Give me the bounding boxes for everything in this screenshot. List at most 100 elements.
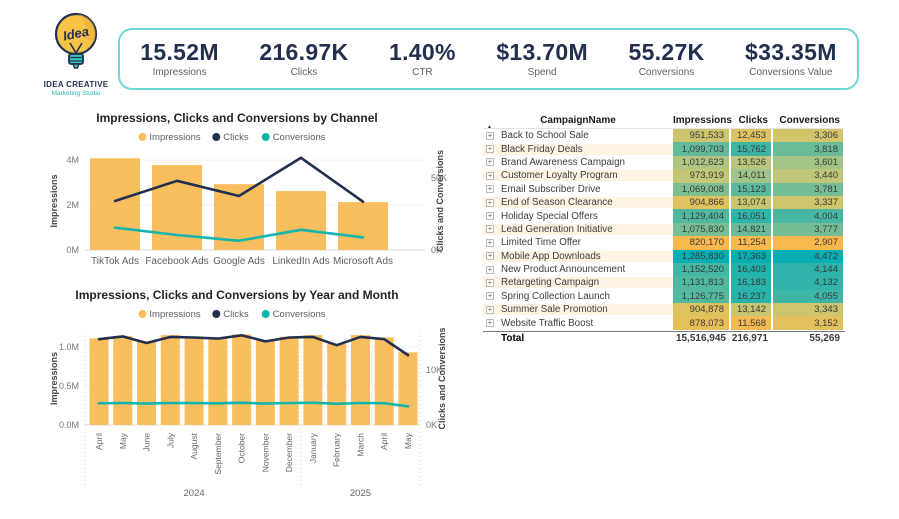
category-label[interactable]: Google Ads [213,256,265,267]
expand-icon[interactable]: + [486,132,494,140]
expand-icon[interactable]: + [486,225,494,233]
bar-linkedin-ads[interactable] [276,191,326,250]
table-row[interactable]: +Black Friday Deals1,099,70315,7623,818 [483,142,845,155]
expand-icon[interactable]: + [486,172,494,180]
legend-label[interactable]: Conversions [273,132,326,143]
kpi-card-clicks: 216.97KClicks [259,40,348,78]
bar-may[interactable] [399,352,418,425]
bar-tiktok-ads[interactable] [90,158,140,250]
expand-icon[interactable]: + [486,212,494,220]
bar-january[interactable] [303,335,322,425]
bar-june[interactable] [137,341,156,425]
category-label[interactable]: TikTok Ads [91,256,139,267]
left-tick: 2M [66,200,79,210]
table-row[interactable]: +Retargeting Campaign1,131,81316,1834,13… [483,276,845,289]
table-row[interactable]: +Lead Generation Initiative1,075,83014,8… [483,223,845,236]
category-label[interactable]: August [189,432,199,459]
bar-august[interactable] [185,337,204,425]
legend-dot-conversions[interactable] [262,133,270,141]
category-label[interactable]: Facebook Ads [145,256,208,267]
table-row[interactable]: +Brand Awareness Campaign1,012,62313,526… [483,156,845,169]
bar-april[interactable] [90,338,109,425]
expand-icon[interactable]: + [486,252,494,260]
category-label[interactable]: October [237,433,247,463]
category-label[interactable]: September [213,433,223,475]
table-row[interactable]: +Customer Loyalty Program973,91914,0113,… [483,169,845,182]
value-cell: 820,170 [673,236,731,249]
value-cell: 14,011 [731,169,773,182]
table-row[interactable]: +End of Season Clearance904,86613,0743,3… [483,196,845,209]
bar-may[interactable] [113,336,132,425]
expand-icon[interactable]: + [486,266,494,274]
bar-november[interactable] [256,341,275,425]
legend-dot-conversions[interactable] [262,310,270,318]
table-row[interactable]: +Back to School Sale951,53312,4533,306 [483,129,845,142]
table-row[interactable]: +Holiday Special Offers1,129,40416,0514,… [483,209,845,222]
category-label[interactable]: Microsoft Ads [333,256,393,267]
bar-february[interactable] [327,344,346,425]
bar-september[interactable] [208,337,227,425]
legend-label[interactable]: Clicks [223,309,249,320]
total-label: Total [483,333,673,344]
table-row[interactable]: +New Product Announcement1,152,52016,403… [483,263,845,276]
category-label[interactable]: April [379,433,389,450]
legend-label[interactable]: Impressions [149,309,200,320]
table-row[interactable]: +Spring Collection Launch1,126,77516,237… [483,290,845,303]
expand-icon[interactable]: + [486,292,494,300]
column-header-conversions[interactable]: Conversions [773,115,845,126]
category-label[interactable]: LinkedIn Ads [272,256,329,267]
category-label[interactable]: May [403,432,413,449]
column-header-impressions[interactable]: Impressions [673,115,731,126]
campaign-name: +Spring Collection Launch [483,291,673,302]
kpi-card-conversions: 55.27KConversions [629,40,705,78]
bar-july[interactable] [161,335,180,425]
category-label[interactable]: December [284,433,294,472]
table-row[interactable]: +Website Traffic Boost878,07311,5683,152 [483,316,845,329]
category-label[interactable]: February [332,432,342,467]
category-label[interactable]: January [308,432,318,463]
expand-icon[interactable]: + [486,279,494,287]
legend-dot-clicks[interactable] [212,310,220,318]
bar-march[interactable] [351,335,370,425]
expand-icon[interactable]: + [486,145,494,153]
category-label[interactable]: May [118,432,128,449]
category-label[interactable]: March [355,433,365,457]
expand-icon[interactable]: + [486,306,494,314]
value-cell: 11,568 [731,316,773,329]
bar-microsoft-ads[interactable] [338,202,388,250]
bar-december[interactable] [280,337,299,425]
value-cell: 4,472 [773,250,845,263]
table-row[interactable]: +Email Subscriber Drive1,069,00815,1233,… [483,183,845,196]
value-cell: 16,183 [731,276,773,289]
category-label[interactable]: April [94,433,104,450]
category-label[interactable]: November [260,433,270,472]
bar-april[interactable] [375,337,394,425]
table-row[interactable]: +Summer Sale Promotion904,87813,1423,343 [483,303,845,316]
legend-label[interactable]: Clicks [223,132,249,143]
category-label[interactable]: July [165,432,175,448]
campaign-name: +New Product Announcement [483,264,673,275]
logo-tagline: Marketing Studio [30,90,122,97]
legend-dot-impressions[interactable] [138,310,146,318]
bar-october[interactable] [232,334,251,425]
expand-icon[interactable]: + [486,319,494,327]
value-cell: 904,866 [673,196,731,209]
legend-dot-impressions[interactable] [138,133,146,141]
expand-icon[interactable]: + [486,239,494,247]
kpi-label: Clicks [259,67,348,78]
column-header-clicks[interactable]: Clicks [731,115,773,126]
expand-icon[interactable]: + [486,185,494,193]
value-cell: 13,074 [731,196,773,209]
table-row[interactable]: +Limited Time Offer820,17011,2542,907 [483,236,845,249]
category-label[interactable]: June [142,433,152,452]
chart-title: Impressions, Clicks and Conversions by C… [96,111,377,125]
expand-icon[interactable]: + [486,199,494,207]
legend-label[interactable]: Conversions [273,309,326,320]
legend-label[interactable]: Impressions [149,132,200,143]
table-row[interactable]: +Mobile App Downloads1,285,83017,3634,47… [483,250,845,263]
legend-dot-clicks[interactable] [212,133,220,141]
expand-icon[interactable]: + [486,158,494,166]
value-cell: 3,306 [773,129,845,142]
value-cell: 878,073 [673,316,731,329]
column-header-campaignname[interactable]: CampaignName [483,115,673,126]
